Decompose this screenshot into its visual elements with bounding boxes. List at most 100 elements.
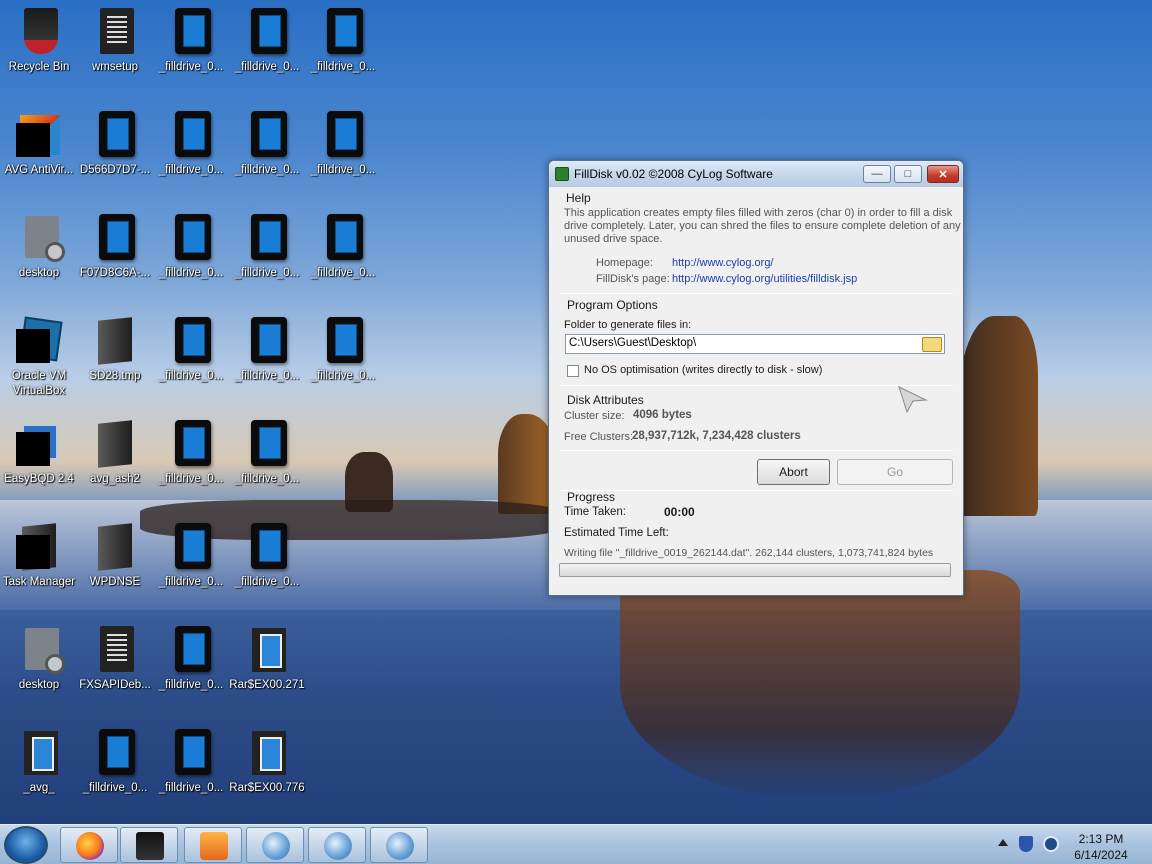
divider [561,490,953,491]
globe-icon [262,832,290,860]
desktop-icon[interactable]: D566D7D7-... [76,105,154,201]
file-icon-glyph [251,111,287,157]
file-icon-glyph [251,523,287,569]
desktop-icon[interactable]: _filldrive_0... [76,723,154,819]
security-shield-icon[interactable] [1019,836,1033,852]
network-icon[interactable] [1043,836,1059,852]
desktop-icon[interactable]: F07D8C6A-... [76,208,154,304]
maximize-button[interactable]: □ [894,165,922,183]
desktop-icon[interactable]: SD28.tmp [76,311,154,407]
desktop-icon-label: SD28.tmp [89,370,141,382]
desktop-icon[interactable]: _filldrive_0... [228,414,306,510]
no-os-optimisation-checkbox[interactable] [567,365,579,377]
media-player-icon [200,832,228,860]
desktop-icon[interactable]: _filldrive_0... [304,105,382,201]
desktop-icon[interactable]: _filldrive_0... [152,517,230,613]
desktop-icon[interactable]: _filldrive_0... [152,2,230,98]
virtualbox-icon [16,315,63,367]
divider [561,385,953,386]
desktop-icon[interactable]: Rar$EX00.271 [228,620,306,716]
desktop-icon-label: _filldrive_0... [158,576,224,588]
filldisk-taskbar-item-1[interactable] [246,827,304,863]
recycle-bin-icon-glyph [24,8,58,54]
free-clusters-label: Free Clusters: [564,431,634,443]
filldisk-page-label: FillDisk's page: [596,273,670,285]
folder-input[interactable]: C:\Users\Guest\Desktop\ [565,334,945,354]
desktop-icon[interactable]: _filldrive_0... [152,414,230,510]
desktop-icon[interactable]: _filldrive_0... [304,208,382,304]
desktop-icon[interactable]: WPDNSE [76,517,154,613]
file-icon [168,315,214,367]
desktop-icon[interactable]: avg_ash2 [76,414,154,510]
folder-dark-icon [92,418,138,470]
abort-button[interactable]: Abort [757,459,830,485]
desktop-icon[interactable]: _filldrive_0... [152,723,230,819]
program-options-heading: Program Options [567,298,658,312]
minimize-button[interactable]: — [863,165,891,183]
desktop-icon-label: EasyBQD 2.4 [4,473,74,485]
file-icon [320,315,366,367]
divider [561,450,953,451]
desktop-icon[interactable]: _filldrive_0... [228,311,306,407]
desktop-icon[interactable]: EasyBQD 2.4 [0,414,78,510]
media-player-taskbar-item[interactable] [184,827,242,863]
desktop-icon-label: Oracle VM VirtualBox [11,370,67,397]
desktop-icon-label: D566D7D7-... [79,164,151,176]
help-heading: Help [566,191,591,205]
file-icon-glyph [175,626,211,672]
file-icon-glyph [99,729,135,775]
desktop-icon[interactable]: wmsetup [76,2,154,98]
desktop-icon[interactable]: _filldrive_0... [152,311,230,407]
estimated-time-left-label: Estimated Time Left: [564,527,669,539]
desktop-icon[interactable]: _filldrive_0... [152,105,230,201]
desktop-icon[interactable]: Rar$EX00.776 [228,723,306,819]
task-manager-icon [16,521,62,573]
settings-file-icon [16,212,65,264]
desktop-icon[interactable]: _avg_ [0,723,78,819]
desktop-icon[interactable]: _filldrive_0... [304,2,382,98]
help-description-line3: unused drive space. [564,233,663,245]
close-button[interactable]: ✕ [927,165,959,183]
show-hidden-icons-icon[interactable] [998,839,1008,846]
desktop-icon[interactable]: _filldrive_0... [228,517,306,613]
system-clock[interactable]: 2:13 PM 6/14/2024 [1068,831,1134,863]
redaction-block [16,123,50,157]
desktop-icon[interactable]: _filldrive_0... [228,208,306,304]
free-clusters-value: 28,937,712k, 7,234,428 clusters [632,430,801,442]
file-icon [320,109,366,161]
filldisk-page-link[interactable]: http://www.cylog.org/utilities/filldisk.… [672,273,857,285]
avg-antivirus-icon [16,109,62,161]
desktop-icon[interactable]: Oracle VM VirtualBox [0,311,78,407]
filldisk-window[interactable]: FillDisk v0.02 ©2008 CyLog Software — □ … [548,160,964,596]
desktop-icon[interactable]: Recycle Bin [0,2,78,98]
window-titlebar[interactable]: FillDisk v0.02 ©2008 CyLog Software — □ … [549,161,963,187]
file-icon-glyph [175,420,211,466]
filldisk-taskbar-item-3[interactable] [370,827,428,863]
filldisk-taskbar-item-2[interactable] [308,827,366,863]
homepage-link[interactable]: http://www.cylog.org/ [672,257,774,269]
no-os-optimisation-label[interactable]: No OS optimisation (writes directly to d… [584,364,822,376]
start-button[interactable] [4,826,48,864]
desktop-icon[interactable]: Task Manager [0,517,78,613]
desktop-icon[interactable]: _filldrive_0... [152,208,230,304]
go-button[interactable]: Go [837,459,953,485]
folder-dark-icon-glyph [98,420,132,468]
desktop-icon[interactable]: desktop [0,208,78,304]
firefox-taskbar-item[interactable] [60,827,118,863]
settings-file-icon [16,624,65,676]
desktop-icon[interactable]: desktop [0,620,78,716]
desktop-icon-label: _filldrive_0... [158,782,224,794]
rar-folder-icon-glyph [24,731,58,775]
desktop-icon[interactable]: _filldrive_0... [228,2,306,98]
desktop-icon[interactable]: FXSAPIDeb... [76,620,154,716]
file-icon-glyph [99,214,135,260]
desktop-icon[interactable]: _filldrive_0... [304,311,382,407]
desktop-icon-label: desktop [18,679,60,691]
desktop-icon[interactable]: _filldrive_0... [228,105,306,201]
desktop-icon[interactable]: AVG AntiVir... [0,105,78,201]
file-icon-glyph [251,420,287,466]
terminal-taskbar-item[interactable] [120,827,178,863]
file-icon [168,418,214,470]
desktop-icon[interactable]: _filldrive_0... [152,620,230,716]
folder-browse-icon[interactable] [922,337,942,352]
